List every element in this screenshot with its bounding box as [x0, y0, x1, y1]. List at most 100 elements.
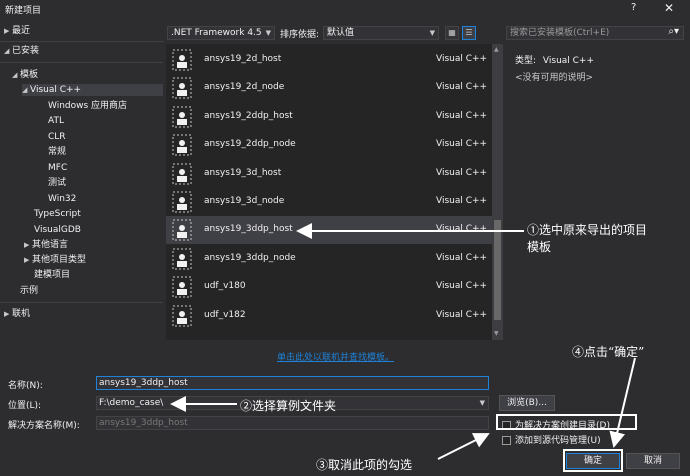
tree-item-templates[interactable]: ◢ 模板: [12, 69, 38, 81]
collapse-arrow-icon[interactable]: ◢: [12, 69, 20, 81]
template-row[interactable]: ansys19_3d_host Visual C++: [166, 160, 492, 188]
sort-select[interactable]: 默认值 ▼: [323, 26, 439, 40]
template-list: ansys19_2d_host Visual C++ ansys19_2d_node…: [166, 44, 503, 340]
template-language: Visual C++: [436, 196, 488, 206]
tree-item-win32[interactable]: Win32: [48, 193, 76, 205]
arrow-to-checkbox: [437, 433, 490, 460]
template-language: Visual C++: [436, 309, 488, 320]
template-description: <没有可用的说明>: [515, 73, 594, 83]
window-title: 新建项目: [5, 6, 42, 16]
tree-item-windows-store[interactable]: Windows 应用商店: [48, 100, 127, 112]
list-view-button[interactable]: ☰: [462, 26, 476, 40]
checkbox-icon[interactable]: [502, 436, 511, 445]
category-tree: ▶ 最近 ◢ 已安装 ◢ 模板 ◢ Visual C++ Windows 应用商店 AT…: [0, 20, 163, 338]
title-bar: [0, 0, 690, 18]
cancel-button[interactable]: 取消: [626, 453, 680, 469]
framework-select[interactable]: .NET Framework 4.5 ▼: [167, 26, 275, 40]
close-button[interactable]: ✕: [664, 1, 674, 15]
template-language: Visual C++: [436, 281, 488, 292]
template-name: ansys19_2ddp_host: [204, 110, 293, 121]
annotation-select-template-2: 模板: [527, 240, 552, 254]
template-row[interactable]: ansys19_2ddp_node Visual C++: [166, 131, 492, 159]
grid-icon: ▦: [448, 28, 456, 37]
expand-arrow-icon[interactable]: ▶: [4, 25, 12, 37]
solution-name-input[interactable]: ansys19_3ddp_host: [96, 416, 489, 430]
cpp-project-icon: [172, 248, 192, 270]
template-row[interactable]: ansys19_3d_node Visual C++: [166, 188, 492, 216]
chevron-down-icon: ▼: [265, 29, 271, 37]
tree-item-general[interactable]: 常规: [48, 146, 66, 158]
expand-arrow-icon[interactable]: ▶: [24, 254, 32, 266]
cpp-project-icon: [172, 276, 192, 298]
scroll-down-icon[interactable]: ▼: [494, 330, 499, 337]
list-icon: ☰: [465, 28, 473, 37]
cpp-project-icon: [172, 49, 192, 71]
search-input[interactable]: 搜索已安装模板(Ctrl+E) ⌕▾: [506, 26, 684, 40]
tree-item-samples[interactable]: 示例: [20, 285, 38, 297]
tree-item-visualgdb[interactable]: VisualGDB: [34, 224, 81, 236]
annotation-uncheck-option: ③取消此项的勾选: [316, 458, 413, 472]
template-type: 类型: Visual C++: [515, 56, 595, 66]
tree-item-mfc[interactable]: MFC: [48, 162, 67, 174]
template-row[interactable]: udf_v180 Visual C++: [166, 273, 492, 301]
tree-item-other-project-types[interactable]: ▶ 其他项目类型: [24, 254, 86, 266]
template-name: ansys19_2ddp_node: [204, 139, 296, 150]
cpp-project-icon: [172, 219, 192, 241]
search-icon[interactable]: ⌕▾: [668, 26, 679, 38]
tree-item-installed[interactable]: ◢ 已安装: [4, 45, 39, 57]
template-name: ansys19_2d_host: [204, 54, 282, 64]
expand-arrow-icon[interactable]: ▶: [4, 308, 12, 320]
tree-item-recent[interactable]: ▶ 最近: [4, 25, 30, 37]
chevron-down-icon: ▼: [429, 29, 435, 37]
online-templates-link[interactable]: 单击此处以联机并查找模板。: [277, 350, 394, 363]
tree-item-other-languages[interactable]: ▶ 其他语言: [24, 239, 68, 251]
tree-item-online[interactable]: ▶ 联机: [4, 308, 30, 320]
template-row[interactable]: ansys19_2d_host Visual C++: [166, 46, 492, 74]
name-input[interactable]: ansys19_3ddp_host: [96, 376, 489, 390]
sort-label: 排序依据:: [280, 30, 320, 40]
expand-arrow-icon[interactable]: ▶: [24, 239, 32, 251]
solution-name-label: 解决方案名称(M):: [8, 421, 80, 431]
annotation-select-template: ①选中原来导出的项目: [527, 223, 648, 237]
cpp-project-icon: [172, 191, 192, 213]
chevron-down-icon[interactable]: ▼: [480, 397, 485, 409]
template-row[interactable]: ansys19_3ddp_node Visual C++: [166, 245, 492, 273]
cpp-project-icon: [172, 134, 192, 156]
grid-view-button[interactable]: ▦: [445, 26, 459, 40]
collapse-arrow-icon[interactable]: ◢: [22, 84, 30, 96]
add-source-control-checkbox[interactable]: 添加到源代码管理(U): [502, 433, 601, 446]
template-row[interactable]: ansys19_3ddp_host Visual C++: [166, 216, 492, 245]
tree-item-typescript[interactable]: TypeScript: [34, 208, 81, 220]
cpp-project-icon: [172, 77, 192, 99]
template-language: Visual C++: [436, 54, 488, 64]
tree-item-test[interactable]: 测试: [48, 177, 66, 189]
tree-item-visual-cpp[interactable]: ◢ Visual C++: [22, 84, 163, 96]
template-name: ansys19_2d_node: [204, 82, 285, 93]
template-row[interactable]: udf_v182 Visual C++: [166, 302, 492, 330]
scroll-up-icon[interactable]: ▲: [494, 46, 499, 53]
ok-button-highlight: [563, 449, 623, 472]
cpp-project-icon: [172, 305, 192, 327]
create-directory-highlight: [496, 414, 637, 430]
template-name: ansys19_3ddp_host: [204, 224, 293, 235]
template-name: udf_v182: [204, 309, 246, 320]
tree-item-build-template[interactable]: 建模项目: [34, 269, 70, 281]
template-name: ansys19_3d_host: [204, 167, 282, 178]
annotation-click-ok: ④点击“确定”: [572, 345, 645, 359]
cpp-project-icon: [172, 163, 192, 185]
tree-item-clr[interactable]: CLR: [48, 131, 66, 143]
template-language: Visual C++: [436, 224, 488, 235]
help-button[interactable]: ?: [631, 2, 636, 13]
template-name: udf_v180: [204, 281, 246, 292]
cpp-project-icon: [172, 106, 192, 128]
annotation-choose-folder: ②选择算例文件夹: [240, 399, 337, 413]
template-row[interactable]: ansys19_2ddp_host Visual C++: [166, 103, 492, 131]
template-row[interactable]: ansys19_2d_node Visual C++: [166, 74, 492, 102]
location-label: 位置(L):: [8, 401, 42, 411]
tree-item-atl[interactable]: ATL: [48, 115, 64, 127]
browse-button[interactable]: 浏览(B)...: [499, 395, 555, 411]
collapse-arrow-icon[interactable]: ◢: [4, 45, 12, 57]
template-language: Visual C++: [436, 167, 488, 178]
arrow-to-ok: [609, 357, 636, 448]
scroll-thumb[interactable]: [494, 220, 501, 320]
